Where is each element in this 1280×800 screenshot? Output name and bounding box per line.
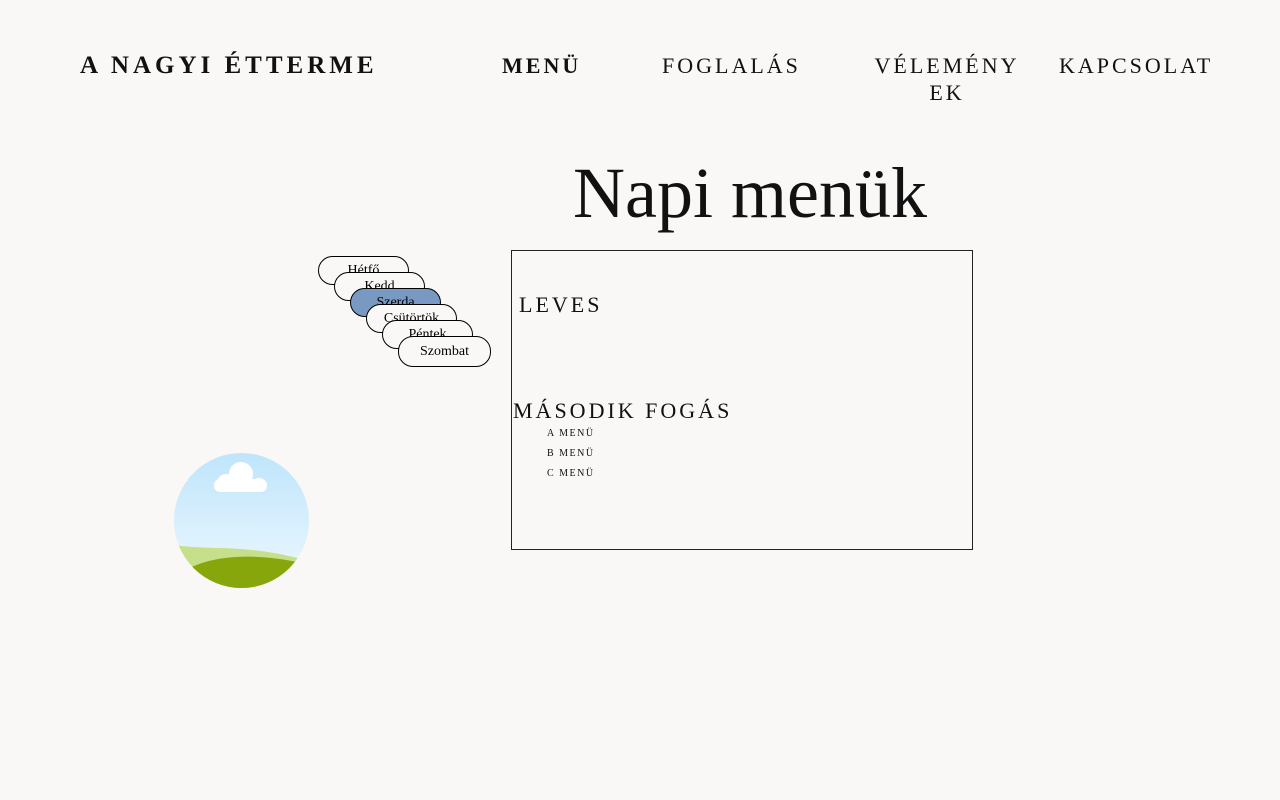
day-button-szombat[interactable]: Szombat [398, 336, 491, 367]
menu-options-list: A MENÜ B MENÜ C MENÜ [547, 427, 595, 487]
main-course-heading: MÁSODIK FOGÁS [513, 398, 733, 423]
menu-option-a: A MENÜ [547, 428, 595, 439]
daily-menu-panel: LEVES MÁSODIK FOGÁS A MENÜ B MENÜ C MENÜ [511, 250, 973, 550]
page-title: Napi menük [573, 153, 927, 233]
menu-option-b: B MENÜ [547, 448, 595, 459]
menu-option-c: C MENÜ [547, 468, 595, 479]
nav-reviews[interactable]: VÉLEMÉNYEK [872, 52, 1022, 106]
nav-booking[interactable]: FOGLALÁS [662, 52, 801, 79]
nav-contact[interactable]: KAPCSOLAT [1059, 52, 1213, 79]
landscape-image-icon [174, 453, 309, 588]
nav-menu[interactable]: MENÜ [502, 52, 581, 79]
soup-heading: LEVES [519, 292, 603, 317]
site-brand[interactable]: A NAGYI ÉTTERME [80, 52, 378, 80]
